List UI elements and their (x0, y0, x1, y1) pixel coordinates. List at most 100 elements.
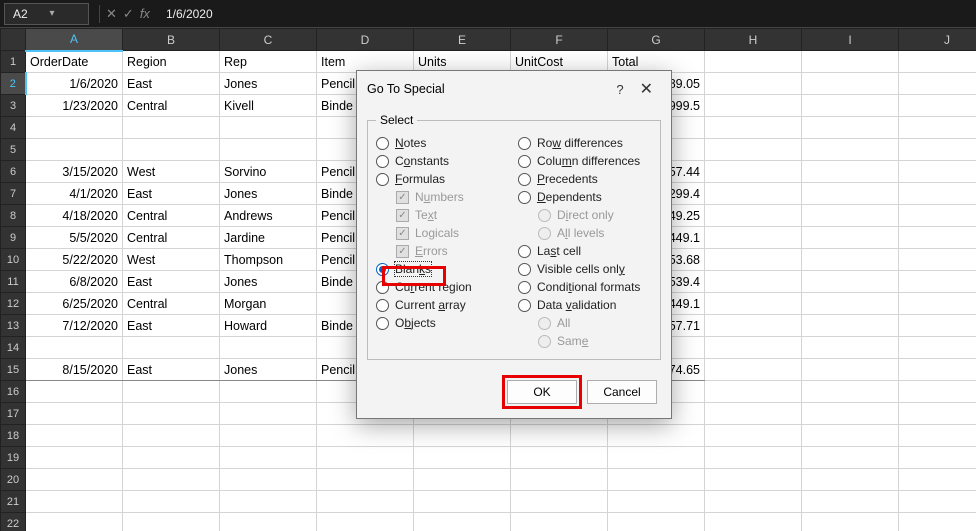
col-header-E[interactable]: E (414, 29, 511, 51)
cell-B8[interactable]: Central (123, 205, 220, 227)
cell-E22[interactable] (414, 513, 511, 531)
row-header-21[interactable]: 21 (1, 491, 26, 513)
cell-H11[interactable] (705, 271, 802, 293)
cell-A3[interactable]: 1/23/2020 (26, 95, 123, 117)
cell-A21[interactable] (26, 491, 123, 513)
cell-I3[interactable] (802, 95, 899, 117)
cell-C12[interactable]: Morgan (220, 293, 317, 315)
cell-I11[interactable] (802, 271, 899, 293)
row-header-8[interactable]: 8 (1, 205, 26, 227)
cell-A18[interactable] (26, 425, 123, 447)
cell-B9[interactable]: Central (123, 227, 220, 249)
cell-B21[interactable] (123, 491, 220, 513)
cell-A19[interactable] (26, 447, 123, 469)
cell-G21[interactable] (608, 491, 705, 513)
cell-J21[interactable] (899, 491, 976, 513)
cell-A20[interactable] (26, 469, 123, 491)
cell-C14[interactable] (220, 337, 317, 359)
cell-A6[interactable]: 3/15/2020 (26, 161, 123, 183)
cell-H14[interactable] (705, 337, 802, 359)
cell-E21[interactable] (414, 491, 511, 513)
row-header-22[interactable]: 22 (1, 513, 26, 531)
cell-D20[interactable] (317, 469, 414, 491)
cell-B1[interactable]: Region (123, 51, 220, 73)
cell-H13[interactable] (705, 315, 802, 337)
cancel-formula-icon[interactable]: ✕ (106, 6, 117, 22)
row-header-6[interactable]: 6 (1, 161, 26, 183)
cancel-button[interactable]: Cancel (587, 380, 657, 404)
cell-B13[interactable]: East (123, 315, 220, 337)
option-current-array[interactable]: Current array (376, 297, 510, 313)
cell-J18[interactable] (899, 425, 976, 447)
cell-D21[interactable] (317, 491, 414, 513)
cell-J7[interactable] (899, 183, 976, 205)
cell-B17[interactable] (123, 403, 220, 425)
cell-C7[interactable]: Jones (220, 183, 317, 205)
cell-J20[interactable] (899, 469, 976, 491)
cell-C18[interactable] (220, 425, 317, 447)
cell-B5[interactable] (123, 139, 220, 161)
help-icon[interactable]: ? (608, 80, 631, 99)
cell-H17[interactable] (705, 403, 802, 425)
cell-I7[interactable] (802, 183, 899, 205)
cell-J9[interactable] (899, 227, 976, 249)
row-header-14[interactable]: 14 (1, 337, 26, 359)
cell-F22[interactable] (511, 513, 608, 531)
cell-H12[interactable] (705, 293, 802, 315)
cell-H19[interactable] (705, 447, 802, 469)
cell-A2[interactable]: 1/6/2020 (26, 73, 123, 95)
cell-J12[interactable] (899, 293, 976, 315)
row-header-4[interactable]: 4 (1, 117, 26, 139)
cell-A8[interactable]: 4/18/2020 (26, 205, 123, 227)
cell-G19[interactable] (608, 447, 705, 469)
cell-C1[interactable]: Rep (220, 51, 317, 73)
cell-H2[interactable] (705, 73, 802, 95)
cell-G18[interactable] (608, 425, 705, 447)
option-col-diff[interactable]: Column differences (518, 153, 652, 169)
cell-H7[interactable] (705, 183, 802, 205)
cell-C6[interactable]: Sorvino (220, 161, 317, 183)
cell-B3[interactable]: Central (123, 95, 220, 117)
row-header-5[interactable]: 5 (1, 139, 26, 161)
select-all-corner[interactable] (1, 29, 26, 51)
cell-H10[interactable] (705, 249, 802, 271)
option-notes[interactable]: Notes (376, 135, 510, 151)
cell-J1[interactable] (899, 51, 976, 73)
cell-A10[interactable]: 5/22/2020 (26, 249, 123, 271)
cell-B22[interactable] (123, 513, 220, 531)
cell-B12[interactable]: Central (123, 293, 220, 315)
cell-C4[interactable] (220, 117, 317, 139)
cell-B2[interactable]: East (123, 73, 220, 95)
cell-J22[interactable] (899, 513, 976, 531)
cell-F20[interactable] (511, 469, 608, 491)
row-header-15[interactable]: 15 (1, 359, 26, 381)
cell-H21[interactable] (705, 491, 802, 513)
cell-H6[interactable] (705, 161, 802, 183)
cell-H4[interactable] (705, 117, 802, 139)
cell-I14[interactable] (802, 337, 899, 359)
option-blanks[interactable]: Blanks (376, 261, 510, 277)
cell-C20[interactable] (220, 469, 317, 491)
cell-C21[interactable] (220, 491, 317, 513)
cell-B11[interactable]: East (123, 271, 220, 293)
option-last-cell[interactable]: Last cell (518, 243, 652, 259)
cell-C2[interactable]: Jones (220, 73, 317, 95)
cell-B15[interactable]: East (123, 359, 220, 381)
cell-J4[interactable] (899, 117, 976, 139)
cell-I1[interactable] (802, 51, 899, 73)
cell-J11[interactable] (899, 271, 976, 293)
cell-A17[interactable] (26, 403, 123, 425)
col-header-J[interactable]: J (899, 29, 976, 51)
cell-C5[interactable] (220, 139, 317, 161)
cell-A15[interactable]: 8/15/2020 (26, 359, 123, 381)
cell-I9[interactable] (802, 227, 899, 249)
cell-B14[interactable] (123, 337, 220, 359)
row-header-20[interactable]: 20 (1, 469, 26, 491)
col-header-F[interactable]: F (511, 29, 608, 51)
cell-I15[interactable] (802, 359, 899, 381)
cell-J2[interactable] (899, 73, 976, 95)
cell-J3[interactable] (899, 95, 976, 117)
cell-B7[interactable]: East (123, 183, 220, 205)
cell-B20[interactable] (123, 469, 220, 491)
row-header-18[interactable]: 18 (1, 425, 26, 447)
